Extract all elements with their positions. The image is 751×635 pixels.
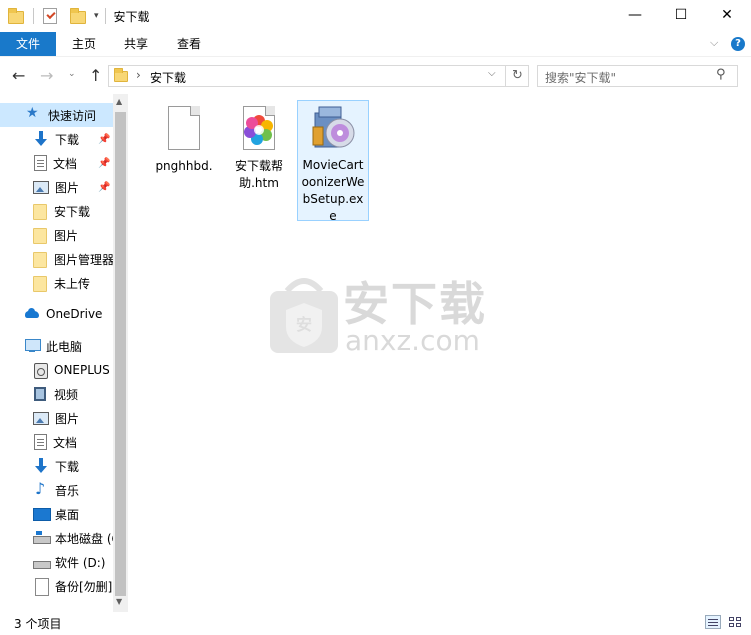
file-name: MovieCartoonizerWebSetup.exe (301, 158, 365, 223)
sidebar-item-pictures[interactable]: 图片 📌 (0, 175, 113, 199)
file-item[interactable]: 安下载帮助.htm (223, 102, 295, 192)
search-input[interactable]: 搜索"安下载" ⚲ (537, 65, 738, 87)
forward-arrow-icon[interactable]: → (40, 66, 53, 85)
item-count: 3 个项目 (14, 617, 62, 631)
tab-home[interactable]: 主页 (62, 32, 106, 56)
sidebar-item-picture-manager[interactable]: 图片管理器 (0, 247, 113, 271)
sidebar-scroll-thumb[interactable] (115, 112, 126, 596)
new-folder-icon[interactable] (70, 8, 86, 24)
properties-icon[interactable] (43, 8, 57, 24)
ribbon-tabs: 文件 主页 共享 查看 ⌵ ? (0, 32, 751, 56)
sidebar-item-backup[interactable]: 备份[勿删] (0, 574, 113, 598)
up-arrow-icon[interactable]: ↑ (89, 66, 102, 85)
folder-icon (32, 275, 48, 292)
drive-icon (33, 530, 51, 546)
sidebar-item-videos[interactable]: 视频 (0, 382, 113, 406)
pictures-icon (33, 411, 49, 425)
large-icons-view-icon[interactable] (727, 615, 743, 629)
sidebar-item-drive-d[interactable]: 软件 (D:) (0, 550, 113, 574)
sidebar-item-oneplus[interactable]: ONEPLUS (0, 358, 113, 382)
sidebar-item-documents[interactable]: 文档 📌 (0, 151, 113, 175)
pin-icon: 📌 (98, 157, 111, 169)
computer-icon (24, 338, 41, 354)
address-dropdown-icon[interactable]: ⌵ (488, 68, 496, 79)
file-item[interactable]: pnghhbd. (148, 102, 220, 175)
device-icon (32, 362, 48, 379)
minimize-button[interactable]: — (612, 0, 658, 30)
maximize-button[interactable]: ☐ (658, 0, 704, 30)
star-icon (26, 105, 42, 123)
scroll-down-icon[interactable]: ▼ (116, 597, 122, 606)
tab-share[interactable]: 共享 (114, 32, 158, 56)
quick-access-toolbar: ▾ 安下载 (8, 7, 150, 25)
watermark-domain: anxz.com (345, 324, 480, 357)
folder-icon (114, 68, 128, 82)
video-icon (32, 386, 48, 402)
sidebar-item-not-uploaded[interactable]: 未上传 (0, 271, 113, 295)
download-icon (33, 458, 49, 474)
sidebar-item-this-pc[interactable]: 此电脑 (0, 334, 113, 358)
sidebar-item-pictures-folder[interactable]: 图片 (0, 223, 113, 247)
window-title: 安下载 (113, 9, 150, 24)
pin-icon: 📌 (98, 133, 111, 145)
sidebar-item-pc-downloads[interactable]: 下载 (0, 454, 113, 478)
title-bar: ▾ 安下载 — ☐ ✕ (0, 0, 751, 32)
status-bar: 3 个项目 (0, 612, 751, 635)
watermark-title: 安下载 (343, 277, 487, 331)
desktop-icon (33, 506, 51, 522)
music-icon (33, 479, 49, 498)
file-icon (33, 578, 49, 596)
chevron-down-icon[interactable]: ⌵ (710, 36, 718, 50)
refresh-icon[interactable]: ↻ (505, 65, 529, 87)
blank-file-icon (160, 106, 208, 154)
file-list: pnghhbd. 安下载帮助.htm MovieCartoonizerWebSe… (129, 94, 751, 612)
sidebar-item-anxiazai[interactable]: 安下载 (0, 199, 113, 223)
close-button[interactable]: ✕ (704, 0, 750, 30)
sidebar-item-pc-pictures[interactable]: 图片 (0, 406, 113, 430)
file-item-selected[interactable]: MovieCartoonizerWebSetup.exe (297, 100, 369, 223)
sidebar-item-pc-documents[interactable]: 文档 (0, 430, 113, 454)
details-view-icon[interactable] (705, 615, 721, 629)
recent-locations-icon[interactable]: ⌄ (68, 69, 76, 79)
file-name: 安下载帮助.htm (234, 159, 283, 190)
folder-icon (32, 203, 48, 220)
sidebar-item-quick-access[interactable]: 快速访问 (0, 103, 113, 127)
file-name: pnghhbd. (155, 159, 213, 173)
sidebar-item-desktop[interactable]: 桌面 (0, 502, 113, 526)
document-icon (34, 155, 47, 171)
folder-icon (32, 251, 48, 268)
watermark-logo: 安 (267, 277, 341, 357)
sidebar-item-downloads[interactable]: 下载 📌 (0, 127, 113, 151)
sidebar-item-drive-c[interactable]: 本地磁盘 (C:) (0, 526, 113, 550)
folder-icon (8, 8, 24, 24)
document-icon (34, 434, 47, 450)
sidebar-item-onedrive[interactable]: OneDrive (0, 302, 113, 326)
breadcrumb-current[interactable]: 安下载 (150, 69, 186, 86)
cloud-icon (24, 306, 40, 322)
breadcrumb-separator[interactable]: › (136, 68, 141, 82)
tab-file[interactable]: 文件 (0, 32, 56, 56)
navigation-pane: 快速访问 下载📌 文档📌 图片📌 安下载 图片 图片管理器 未上传 OneDri… (0, 94, 128, 612)
address-row: ← → ⌄ ↑ › 安下载 ⌵ ↻ 搜索"安下载" ⚲ (0, 56, 751, 94)
pictures-icon (33, 180, 49, 194)
search-placeholder: 搜索"安下载" (545, 71, 617, 85)
back-arrow-icon[interactable]: ← (12, 66, 25, 85)
pin-icon: 📌 (98, 181, 111, 193)
watermark-badge: 安 (295, 315, 312, 334)
help-icon[interactable]: ? (731, 37, 745, 51)
tab-view[interactable]: 查看 (167, 32, 211, 56)
html-file-icon (235, 106, 283, 154)
scroll-up-icon[interactable]: ▲ (116, 97, 122, 106)
folder-icon (32, 227, 48, 244)
search-icon[interactable]: ⚲ (716, 67, 726, 82)
sidebar-item-music[interactable]: 音乐 (0, 478, 113, 502)
customize-toolbar-icon[interactable]: ▾ (94, 11, 99, 21)
address-bar[interactable]: › 安下载 ⌵ ↻ (108, 65, 529, 87)
drive-icon (33, 554, 51, 570)
download-icon (33, 131, 49, 147)
installer-icon (309, 105, 357, 153)
